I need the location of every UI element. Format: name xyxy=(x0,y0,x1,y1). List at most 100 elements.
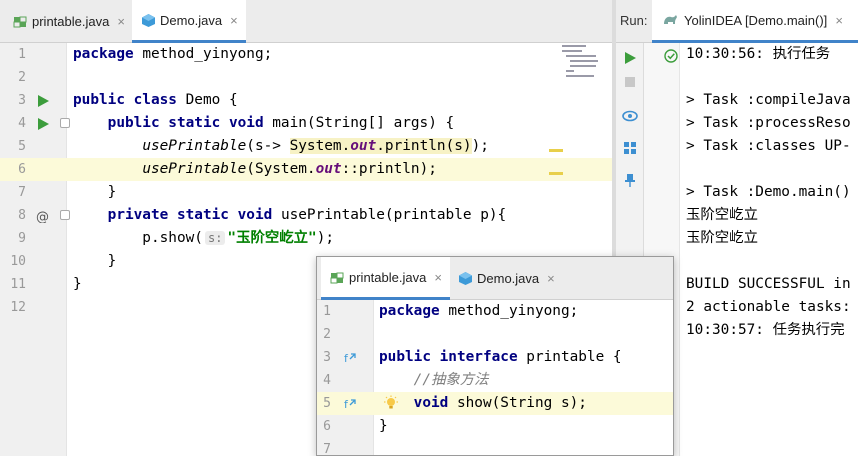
line-number: 10 xyxy=(10,254,26,269)
fold-toggle-icon[interactable] xyxy=(60,210,70,220)
code-line[interactable]: 7 } xyxy=(0,181,612,204)
code-token: p.show( xyxy=(73,230,203,246)
class-file-icon xyxy=(457,271,473,287)
code-line[interactable]: 1 package method_yinyong; xyxy=(0,43,612,66)
code-line[interactable]: 3 public class Demo { xyxy=(0,89,612,112)
code-token: "玉阶空屹立" xyxy=(227,230,317,246)
tab-label: printable.java xyxy=(32,14,110,29)
line-number: 6 xyxy=(323,419,331,434)
layout-icon[interactable] xyxy=(621,139,639,157)
fold-toggle-icon[interactable] xyxy=(60,118,70,128)
code-token: (System. xyxy=(246,161,316,177)
code-text: p.show(s: "玉阶空屹立"); xyxy=(73,227,334,250)
code-token: System. xyxy=(289,138,351,154)
line-number: 3 xyxy=(323,350,331,365)
code-text: package method_yinyong; xyxy=(73,43,272,66)
tab-label: printable.java xyxy=(349,269,427,285)
implemented-icon[interactable]: f xyxy=(343,396,359,412)
code-line[interactable]: 6 usePrintable(System.out::println); xyxy=(0,158,612,181)
line-number: 8 xyxy=(18,208,26,223)
lightbulb-icon[interactable] xyxy=(383,395,399,411)
eye-icon[interactable] xyxy=(621,107,639,125)
code-token: } xyxy=(379,418,388,434)
code-line[interactable]: 1 package method_yinyong; xyxy=(317,300,673,323)
warning-marker[interactable] xyxy=(549,172,563,175)
line-number: 1 xyxy=(323,304,331,319)
code-token: out xyxy=(315,161,342,177)
console-line: 玉阶空屹立 xyxy=(686,207,758,223)
code-token: method_yinyong; xyxy=(439,303,579,319)
code-text: } xyxy=(73,181,117,204)
code-token: private static void xyxy=(73,207,273,223)
tab-printable-java[interactable]: printable.java × xyxy=(321,257,450,300)
stop-icon[interactable] xyxy=(621,73,639,91)
console-line: BUILD SUCCESSFUL in xyxy=(686,276,851,292)
code-token: } xyxy=(73,276,82,292)
code-line[interactable]: 2 xyxy=(317,323,673,346)
popup-code-editor[interactable]: 1 package method_yinyong; 2 3 f public interf… xyxy=(317,300,673,455)
close-icon[interactable]: × xyxy=(835,13,843,28)
code-line[interactable]: 4 //抽象方法 xyxy=(317,369,673,392)
line-number: 4 xyxy=(18,116,26,131)
console-line: 玉阶空屹立 xyxy=(686,230,758,246)
code-line[interactable]: 2 xyxy=(0,66,612,89)
console-line: 2 actionable tasks: xyxy=(686,299,851,315)
tab-label: Demo.java xyxy=(477,271,540,286)
code-text: } xyxy=(379,415,388,438)
code-token: ); xyxy=(471,138,489,154)
rerun-icon[interactable] xyxy=(621,49,639,67)
implemented-icon[interactable]: f xyxy=(343,350,359,366)
tab-printable-java[interactable]: printable.java × xyxy=(4,0,133,43)
annotation-at-icon[interactable]: @ xyxy=(36,208,52,225)
code-token: package xyxy=(73,46,134,62)
code-line[interactable]: 6} xyxy=(317,415,673,438)
code-token: show(String s); xyxy=(448,395,587,411)
close-icon[interactable]: × xyxy=(230,13,238,28)
code-text: usePrintable(System.out::println); xyxy=(73,158,437,181)
code-text: public interface printable { xyxy=(379,346,622,369)
code-line[interactable]: 3 f public interface printable { xyxy=(317,346,673,369)
pin-icon[interactable] xyxy=(621,171,639,189)
code-token: package xyxy=(379,303,440,319)
console-line: > Task :processReso xyxy=(686,115,851,131)
code-token: (s-> xyxy=(246,138,290,154)
code-token: printable { xyxy=(517,349,622,365)
code-line[interactable]: 8 @ private static void usePrintable(prin… xyxy=(0,204,612,227)
warning-marker[interactable] xyxy=(549,149,563,152)
line-number: 3 xyxy=(18,93,26,108)
code-text: //抽象方法 xyxy=(379,369,489,392)
run-panel-header: Run: YolinIDEA [Demo.main()] × xyxy=(616,0,858,43)
line-number: 7 xyxy=(18,185,26,200)
close-icon[interactable]: × xyxy=(434,270,442,285)
console-line: 10:30:56: 执行任务 xyxy=(686,46,831,62)
close-icon[interactable]: × xyxy=(547,271,555,286)
run-console-output[interactable]: 10:30:56: 执行任务 > Task :compileJava > Task … xyxy=(680,43,858,456)
close-icon[interactable]: × xyxy=(117,14,125,29)
tab-demo-java[interactable]: Demo.java × xyxy=(449,257,563,300)
code-line[interactable]: 9 p.show(s: "玉阶空屹立"); xyxy=(0,227,612,250)
code-line[interactable]: 5 usePrintable(s-> System.out.println(s)… xyxy=(0,135,612,158)
run-gutter-icon[interactable] xyxy=(36,93,52,109)
code-token: out xyxy=(350,138,377,154)
code-token: //抽象方法 xyxy=(379,372,489,388)
code-token: public interface xyxy=(379,349,518,365)
run-config-label: YolinIDEA [Demo.main()] xyxy=(684,12,828,28)
run-config-tab[interactable]: YolinIDEA [Demo.main()] × xyxy=(652,0,858,43)
code-token: } xyxy=(73,184,117,200)
floating-editor-window[interactable]: printable.java × Demo.java × 1 package me… xyxy=(316,256,674,456)
code-line[interactable]: 5f void show(String s); xyxy=(317,392,673,415)
run-gutter-icon[interactable] xyxy=(36,116,52,132)
tab-demo-java[interactable]: Demo.java × xyxy=(132,0,246,43)
code-token: public class xyxy=(73,92,177,108)
line-number: 4 xyxy=(323,373,331,388)
code-text: package method_yinyong; xyxy=(379,300,578,323)
interface-file-icon xyxy=(12,14,28,30)
svg-text:@: @ xyxy=(36,210,49,223)
code-token: Demo { xyxy=(176,92,238,108)
code-line[interactable]: 7 xyxy=(317,438,673,455)
editor-tab-bar: printable.java × Demo.java × xyxy=(0,0,612,43)
code-line[interactable]: 4 public static void main(String[] args)… xyxy=(0,112,612,135)
code-token: .println(s) xyxy=(376,138,472,154)
line-number: 11 xyxy=(10,277,26,292)
